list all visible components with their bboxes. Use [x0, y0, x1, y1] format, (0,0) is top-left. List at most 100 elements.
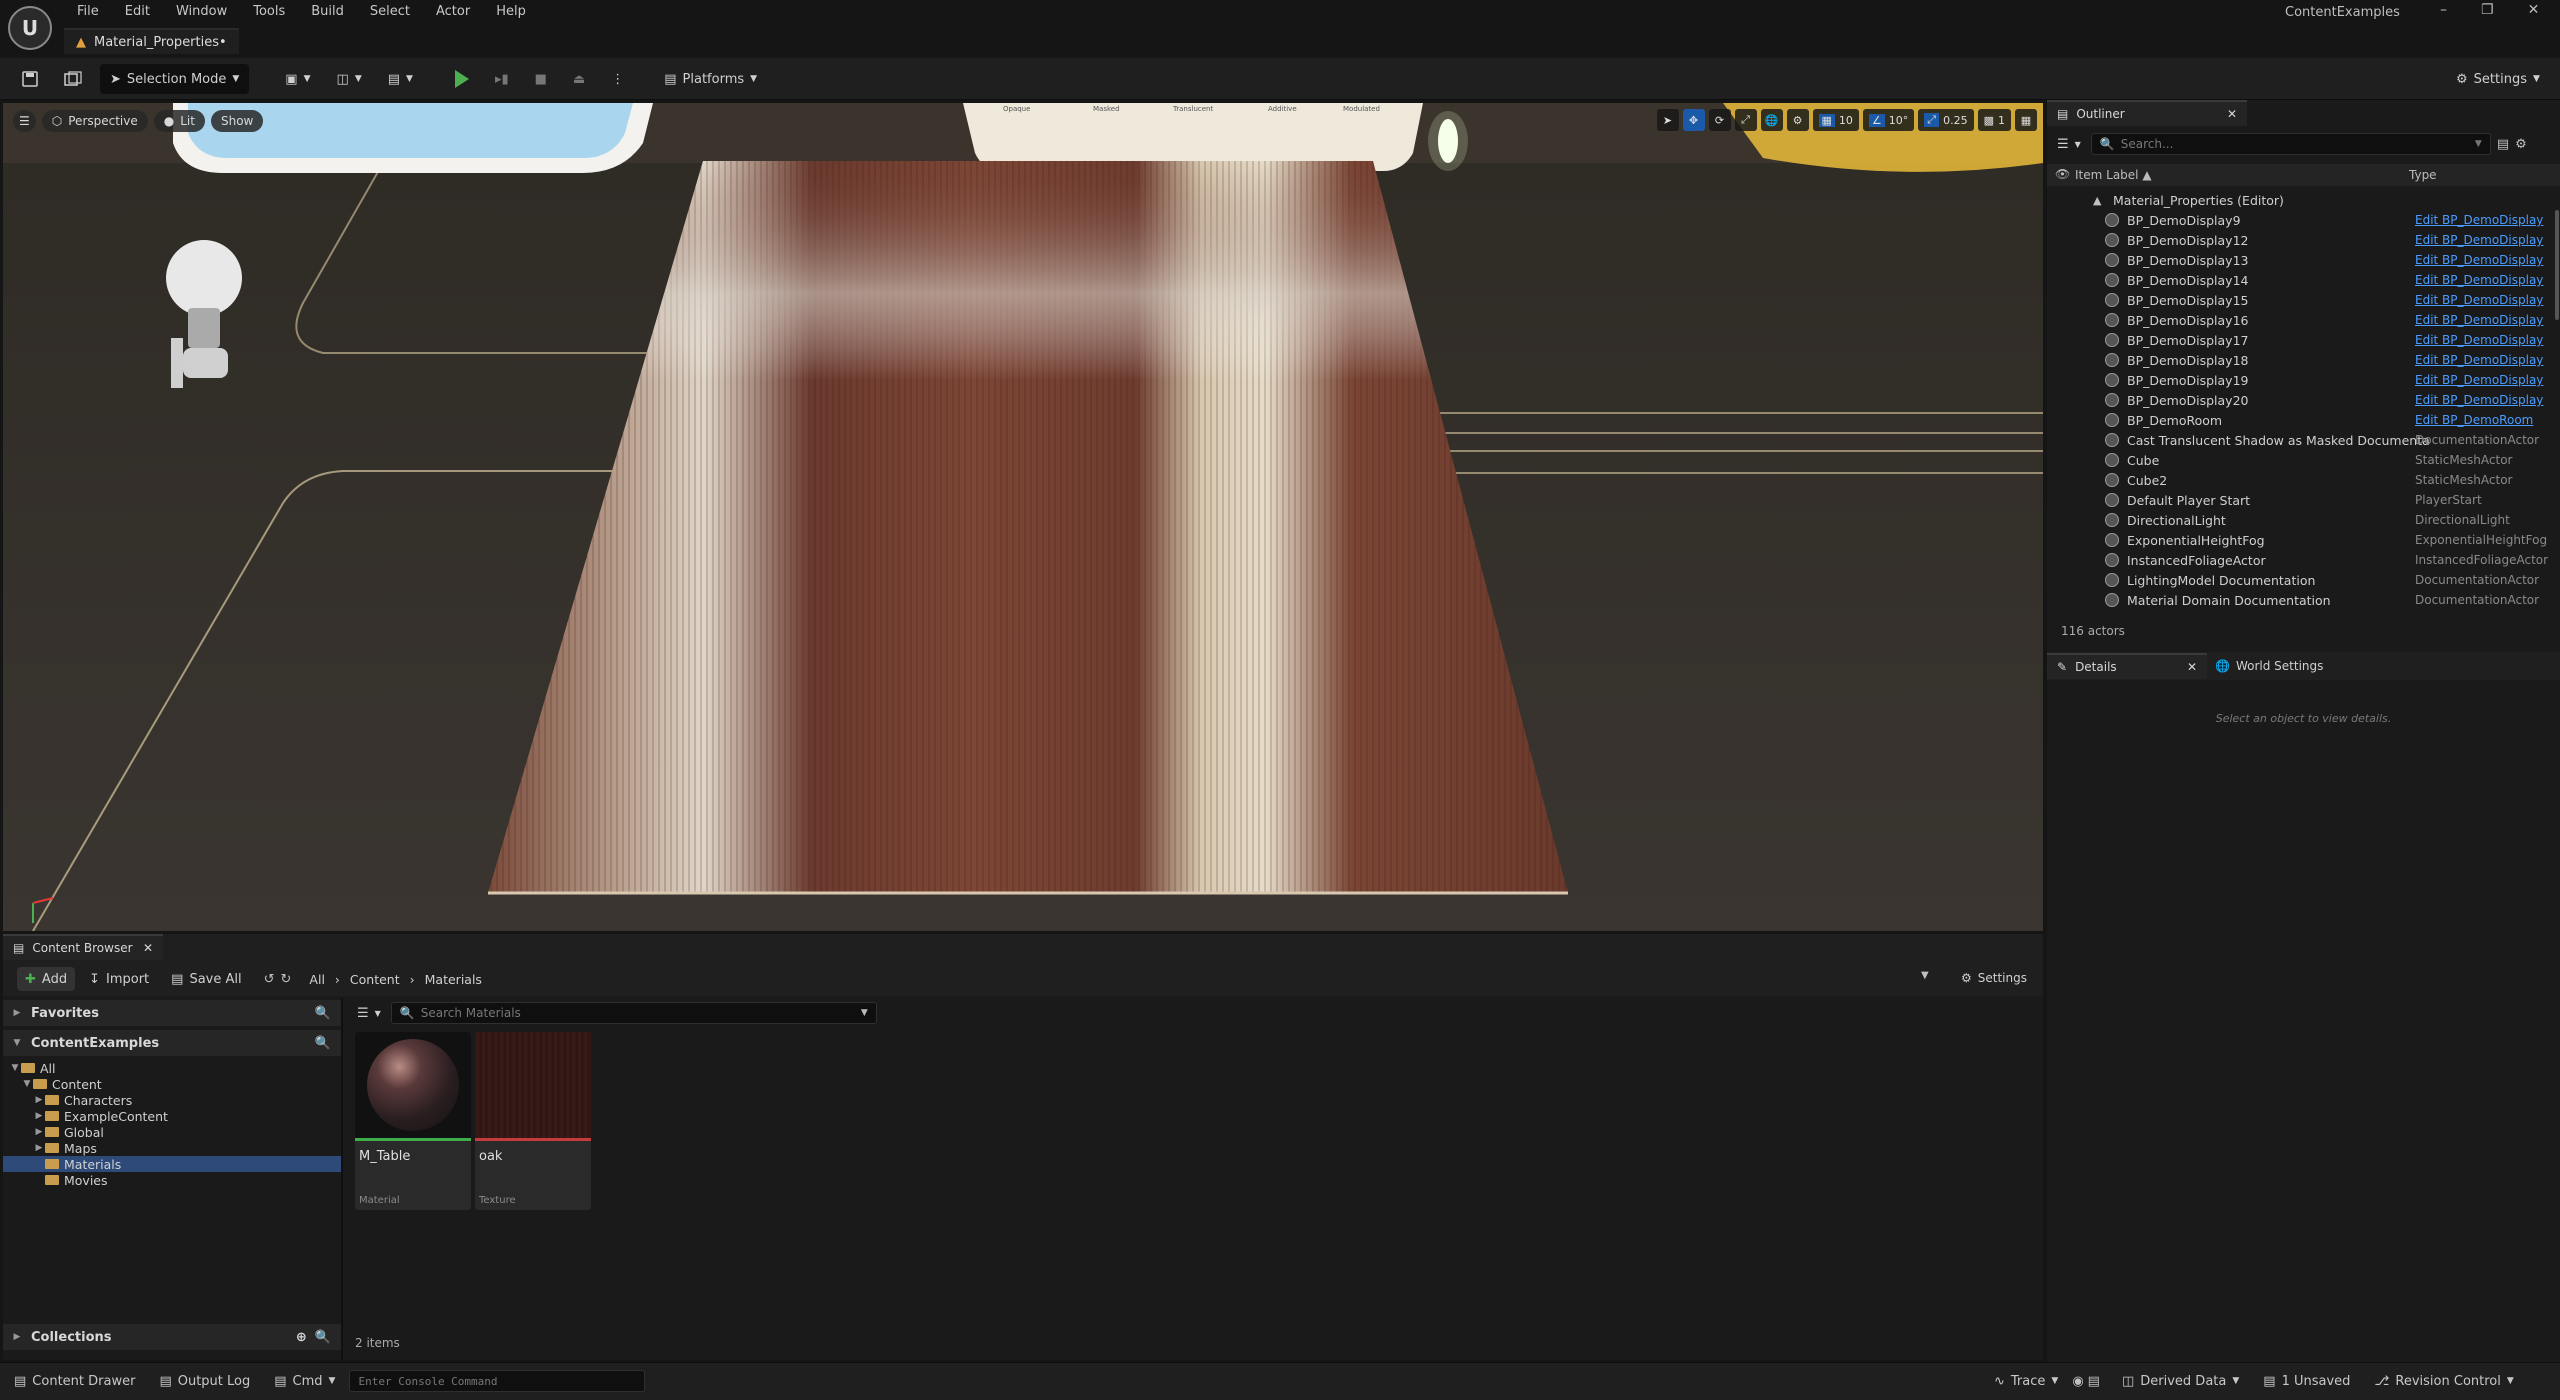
edit-blueprint-link[interactable]: Edit BP_DemoDisplay: [2415, 353, 2555, 367]
chevron-right-icon[interactable]: ▶: [33, 1095, 45, 1105]
play-options-button[interactable]: ⋮: [603, 64, 632, 94]
menu-help[interactable]: Help: [483, 1, 539, 22]
content-browser-tab[interactable]: ▤ Content Browser ✕: [3, 934, 163, 960]
outliner-row[interactable]: Cube2 StaticMeshActor: [2047, 470, 2560, 490]
add-folder-icon[interactable]: ▤: [2497, 137, 2509, 152]
folder-tree-item[interactable]: ▼ Content: [3, 1076, 341, 1092]
collections-header[interactable]: ▶ Collections ⊕ 🔍: [3, 1324, 341, 1350]
menu-build[interactable]: Build: [298, 1, 357, 22]
project-header[interactable]: ▼ ContentExamples 🔍: [3, 1030, 341, 1056]
chevron-down-icon[interactable]: ▼: [21, 1079, 33, 1089]
snapshot-icon[interactable]: ▤: [2088, 1374, 2100, 1389]
play-button[interactable]: [447, 64, 477, 94]
save-icon[interactable]: [14, 64, 46, 94]
outliner-row[interactable]: BP_DemoDisplay18 Edit BP_DemoDisplay: [2047, 350, 2560, 370]
visibility-eye-icon[interactable]: 👁: [2055, 167, 2070, 181]
edit-blueprint-link[interactable]: Edit BP_DemoDisplay: [2415, 213, 2555, 227]
chevron-right-icon[interactable]: ▶: [33, 1143, 45, 1153]
edit-blueprint-link[interactable]: Edit BP_DemoDisplay: [2415, 373, 2555, 387]
menu-select[interactable]: Select: [357, 1, 423, 22]
minimize-icon[interactable]: –: [2440, 2, 2447, 18]
viewport-menu-button[interactable]: ☰: [13, 110, 36, 132]
level-tab[interactable]: ▲ Material_Properties•: [64, 28, 239, 54]
folder-tree-item[interactable]: ▶ Characters: [3, 1092, 341, 1108]
folder-tree-item[interactable]: ▶ Global: [3, 1124, 341, 1140]
content-drawer-button[interactable]: ▤ Content Drawer: [4, 1368, 145, 1394]
gear-icon[interactable]: ⚙: [2515, 137, 2527, 152]
scale-snap-button[interactable]: ⤢ 0.25: [1918, 109, 1974, 131]
translate-tool-icon[interactable]: ✥: [1682, 109, 1705, 131]
console-command-input[interactable]: Enter Console Command: [349, 1370, 646, 1392]
chevron-right-icon[interactable]: ▶: [33, 1127, 45, 1137]
save-all-button[interactable]: ▤ Save All: [163, 967, 249, 991]
selection-mode-button[interactable]: ➤ Selection Mode ▼: [100, 64, 250, 94]
edit-blueprint-link[interactable]: Edit BP_DemoDisplay: [2415, 393, 2555, 407]
outliner-row[interactable]: BP_DemoDisplay19 Edit BP_DemoDisplay: [2047, 370, 2560, 390]
asset-tile-oak[interactable]: oak Texture: [475, 1032, 591, 1210]
outliner-row[interactable]: InstancedFoliageActor InstancedFoliageAct…: [2047, 550, 2560, 570]
outliner-row[interactable]: BP_DemoDisplay16 Edit BP_DemoDisplay: [2047, 310, 2560, 330]
add-button[interactable]: ✚ Add: [17, 967, 76, 991]
camera-speed-button[interactable]: ▩ 1: [1977, 109, 2011, 131]
derived-data-button[interactable]: ◫ Derived Data ▼: [2112, 1368, 2249, 1394]
outliner-row[interactable]: BP_DemoDisplay12 Edit BP_DemoDisplay: [2047, 230, 2560, 250]
menu-file[interactable]: File: [64, 1, 112, 22]
outliner-tab[interactable]: ▤ Outliner ✕: [2047, 100, 2247, 126]
search-icon[interactable]: 🔍: [315, 1036, 331, 1051]
edit-blueprint-link[interactable]: Edit BP_DemoRoom: [2415, 413, 2555, 427]
outliner-row[interactable]: Default Player Start PlayerStart: [2047, 490, 2560, 510]
menu-edit[interactable]: Edit: [112, 1, 163, 22]
cinematics-button[interactable]: ▤ ▼: [380, 64, 421, 94]
close-icon[interactable]: ✕: [2528, 2, 2540, 18]
surface-snap-icon[interactable]: ⚙: [1786, 109, 1809, 131]
details-tab[interactable]: ✎ Details ✕: [2047, 653, 2207, 679]
blueprint-button[interactable]: ◫ ▼: [329, 64, 370, 94]
edit-blueprint-link[interactable]: Edit BP_DemoDisplay: [2415, 293, 2555, 307]
unsaved-button[interactable]: ▤ 1 Unsaved: [2253, 1368, 2360, 1394]
lit-button[interactable]: ● Lit: [153, 110, 205, 132]
unreal-logo-icon[interactable]: U: [8, 6, 52, 50]
folder-tree-item[interactable]: Materials: [3, 1156, 341, 1172]
search-icon[interactable]: 🔍: [315, 1330, 331, 1345]
add-actor-button[interactable]: ▣ ▼: [277, 64, 318, 94]
output-log-button[interactable]: ▤ Output Log: [149, 1368, 260, 1394]
item-label-column[interactable]: Item Label ▲: [2075, 168, 2152, 182]
close-icon[interactable]: ✕: [2187, 660, 2197, 674]
outliner-row[interactable]: BP_DemoDisplay20 Edit BP_DemoDisplay: [2047, 390, 2560, 410]
favorites-header[interactable]: ▶ Favorites 🔍: [3, 1000, 341, 1026]
world-space-icon[interactable]: 🌐: [1760, 109, 1783, 131]
add-collection-icon[interactable]: ⊕: [296, 1330, 307, 1345]
menu-window[interactable]: Window: [163, 1, 240, 22]
edit-blueprint-link[interactable]: Edit BP_DemoDisplay: [2415, 333, 2555, 347]
scale-tool-icon[interactable]: ⤢: [1734, 109, 1757, 131]
breadcrumb-materials[interactable]: Materials: [425, 972, 482, 987]
step-button[interactable]: ▸▮: [487, 64, 517, 94]
stop-button[interactable]: ■: [527, 64, 555, 94]
folder-tree-item[interactable]: ▶ ExampleContent: [3, 1108, 341, 1124]
rotate-tool-icon[interactable]: ⟳: [1708, 109, 1731, 131]
history-forward-icon[interactable]: ↻: [281, 972, 292, 987]
rotation-snap-button[interactable]: ∠ 10°: [1862, 109, 1915, 131]
outliner-row[interactable]: BP_DemoDisplay17 Edit BP_DemoDisplay: [2047, 330, 2560, 350]
outliner-root-row[interactable]: ▲ Material_Properties (Editor): [2047, 190, 2560, 210]
outliner-search-input[interactable]: 🔍 Search... ▼: [2090, 133, 2491, 155]
select-tool-icon[interactable]: ➤: [1656, 109, 1679, 131]
outliner-row[interactable]: LightingModel Documentation Documentation…: [2047, 570, 2560, 590]
breadcrumb-all[interactable]: All: [309, 972, 325, 987]
folder-tree-item[interactable]: Movies: [3, 1172, 341, 1188]
edit-blueprint-link[interactable]: Edit BP_DemoDisplay: [2415, 253, 2555, 267]
edit-blueprint-link[interactable]: Edit BP_DemoDisplay: [2415, 313, 2555, 327]
restore-icon[interactable]: ❐: [2481, 2, 2494, 18]
outliner-row[interactable]: BP_DemoDisplay13 Edit BP_DemoDisplay: [2047, 250, 2560, 270]
settings-button[interactable]: ⚙ Settings ▼: [2448, 64, 2548, 94]
folder-tree-item[interactable]: ▼ All: [3, 1060, 341, 1076]
outliner-row[interactable]: BP_DemoDisplay15 Edit BP_DemoDisplay: [2047, 290, 2560, 310]
import-button[interactable]: ↧ Import: [81, 967, 157, 991]
asset-search-input[interactable]: 🔍 Search Materials ▼: [390, 1002, 877, 1024]
cb-settings-button[interactable]: ⚙ Settings: [1953, 966, 2035, 990]
world-settings-tab[interactable]: 🌐 World Settings: [2207, 653, 2331, 679]
menu-tools[interactable]: Tools: [240, 1, 298, 22]
menu-actor[interactable]: Actor: [423, 1, 483, 22]
outliner-row[interactable]: ExponentialHeightFog ExponentialHeightFog: [2047, 530, 2560, 550]
content-icon[interactable]: [56, 64, 90, 94]
